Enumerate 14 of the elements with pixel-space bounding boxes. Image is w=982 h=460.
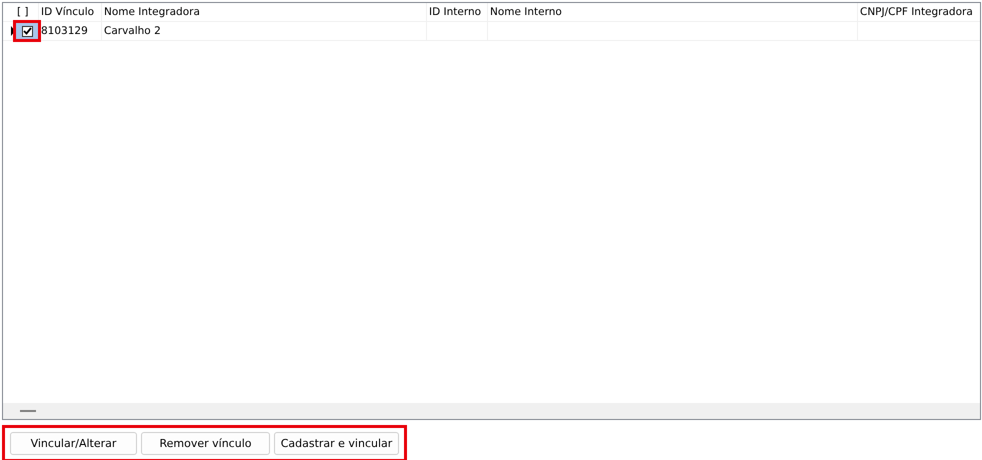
column-header[interactable]: ID Vínculo	[39, 3, 102, 21]
column-header[interactable]: ID Interno	[427, 3, 488, 21]
action-button[interactable]: Vincular/Alterar	[10, 432, 137, 455]
column-header[interactable]: CNPJ/CPF Integradora	[858, 3, 980, 21]
table-cell: 8103129	[41, 25, 88, 37]
table-cell: Carvalho 2	[104, 25, 161, 37]
action-button[interactable]: Cadastrar e vincular	[274, 432, 399, 455]
highlight-frame	[13, 20, 41, 42]
column-header[interactable]: Nome Interno	[488, 3, 858, 21]
dash-icon	[20, 410, 36, 412]
action-button[interactable]: Remover vínculo	[141, 432, 270, 455]
row-checkbox[interactable]	[22, 26, 32, 36]
column-header[interactable]: [ ]	[15, 3, 39, 21]
column-header[interactable]: Nome Integradora	[102, 3, 427, 21]
